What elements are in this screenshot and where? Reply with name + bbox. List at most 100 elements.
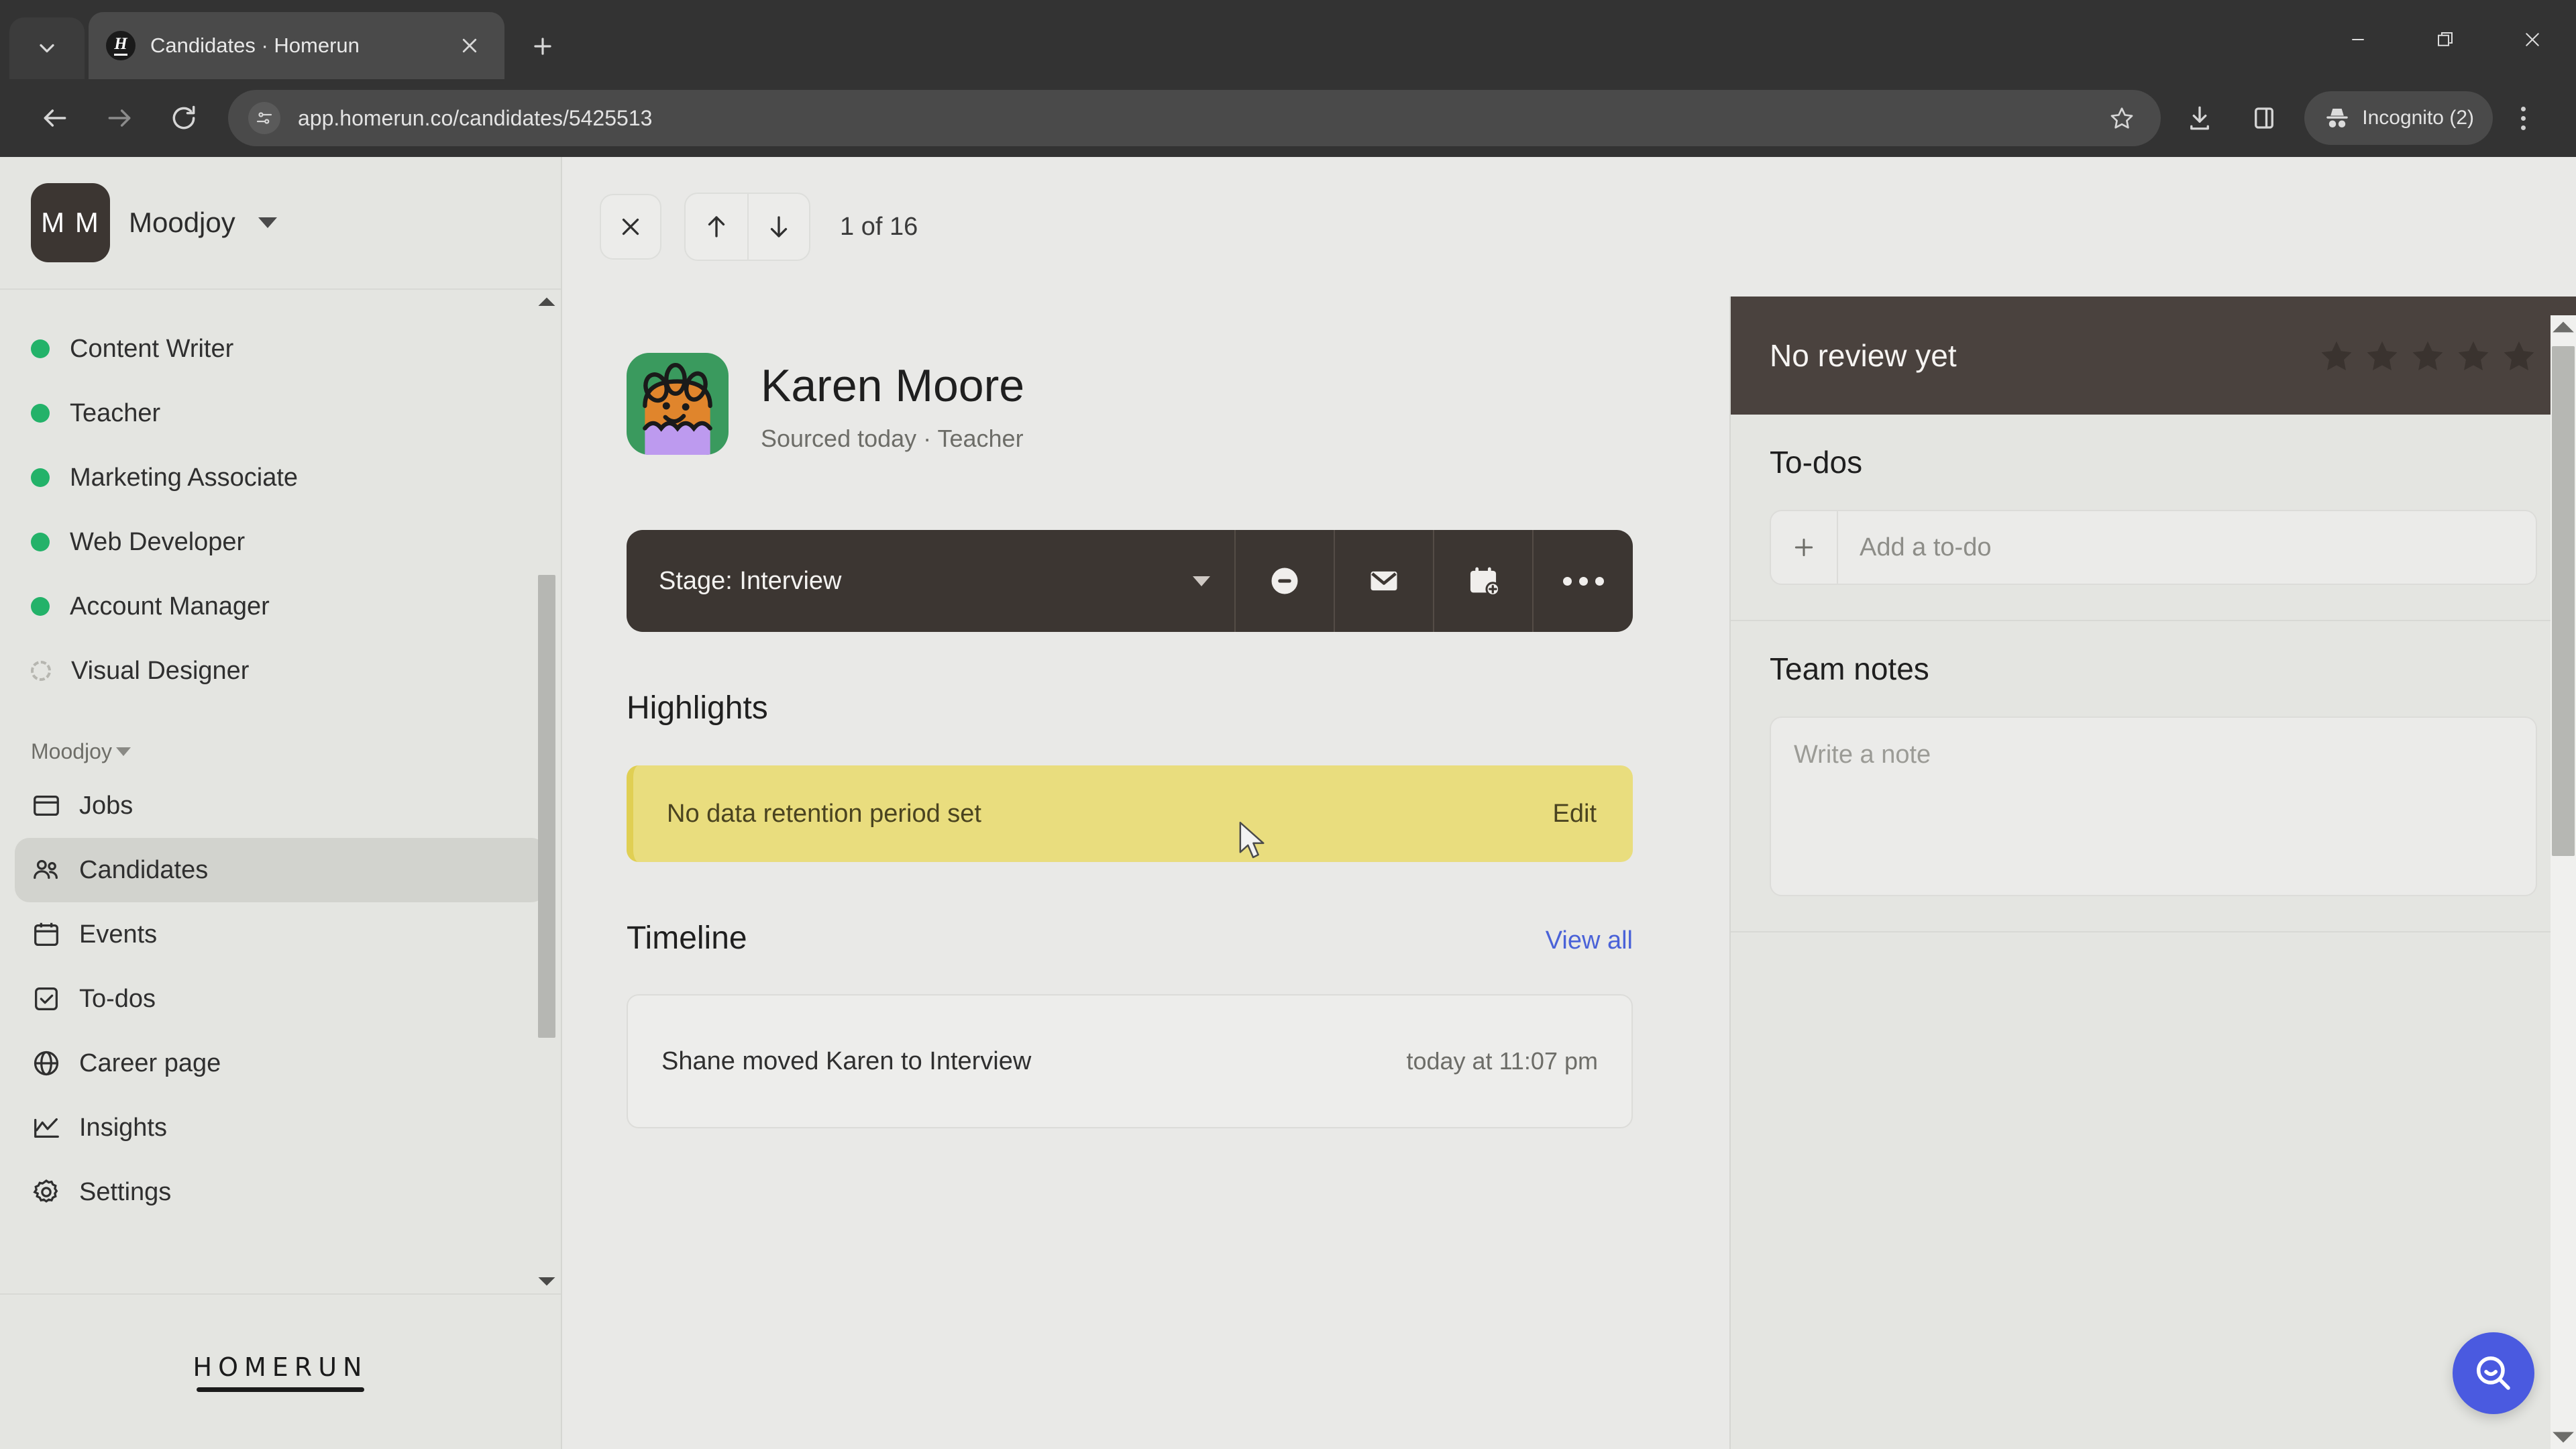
gear-icon bbox=[33, 1179, 58, 1203]
checkbox-icon bbox=[35, 987, 58, 1010]
add-todo-row[interactable]: Add a to-do bbox=[1770, 510, 2537, 585]
sidebar-footer: HOMERUN bbox=[0, 1293, 561, 1449]
add-todo-button[interactable] bbox=[1771, 511, 1838, 584]
browser-toolbar: app.homerun.co/candidates/5425513 Incogn… bbox=[0, 79, 2576, 157]
arrow-up-icon bbox=[2553, 321, 2574, 333]
homerun-logo: HOMERUN bbox=[193, 1352, 368, 1392]
candidate-side-panel: No review yet To-dos Add a to-do Team no… bbox=[1729, 297, 2576, 1449]
avatar bbox=[627, 353, 729, 455]
sidebar-item-settings[interactable]: Settings bbox=[15, 1160, 546, 1224]
jobs-board-icon bbox=[34, 795, 59, 816]
page-scrollbar-track[interactable] bbox=[2551, 341, 2576, 1424]
close-candidate-button[interactable] bbox=[600, 194, 661, 260]
minimize-button[interactable] bbox=[2314, 0, 2402, 79]
tab-search-button[interactable] bbox=[9, 17, 85, 79]
close-icon bbox=[462, 38, 477, 53]
sidebar-item-jobs[interactable]: Jobs bbox=[15, 773, 546, 838]
job-label: Web Developer bbox=[70, 527, 246, 556]
star-icon[interactable] bbox=[2410, 337, 2446, 374]
tab-close-button[interactable] bbox=[452, 28, 487, 63]
new-tab-button[interactable] bbox=[517, 20, 569, 72]
highlight-banner-text: No data retention period set bbox=[667, 799, 981, 828]
sidebar-item-label: Career page bbox=[79, 1049, 221, 1077]
email-button[interactable] bbox=[1335, 530, 1434, 632]
tab-title: Candidates · Homerun bbox=[150, 34, 360, 57]
sidebar-job-account-manager[interactable]: Account Manager bbox=[0, 574, 561, 639]
arrow-down-icon bbox=[2553, 1432, 2574, 1443]
page-scroll-up-arrow[interactable] bbox=[2551, 315, 2576, 341]
page-scrollbar[interactable] bbox=[2551, 315, 2576, 1449]
address-bar[interactable]: app.homerun.co/candidates/5425513 bbox=[228, 90, 2161, 146]
sidebar-item-label: Events bbox=[79, 920, 158, 949]
sidebar-item-insights[interactable]: Insights bbox=[15, 1095, 546, 1160]
download-icon bbox=[2190, 106, 2210, 130]
disqualify-button[interactable] bbox=[1236, 530, 1335, 632]
scrollbar-track[interactable] bbox=[538, 310, 555, 1273]
chevron-down-icon bbox=[1193, 576, 1210, 586]
browser-tab[interactable]: H Candidates · Homerun bbox=[89, 12, 504, 79]
more-actions-button[interactable] bbox=[1534, 530, 1633, 632]
browser-menu-button[interactable] bbox=[2493, 86, 2553, 150]
reload-button[interactable] bbox=[152, 86, 216, 150]
sidebar: M M Moodjoy Content Writer Teacher Marke… bbox=[0, 157, 562, 1449]
sidebar-job-marketing-associate[interactable]: Marketing Associate bbox=[0, 445, 561, 510]
downloads-button[interactable] bbox=[2167, 86, 2232, 150]
close-icon bbox=[622, 218, 639, 235]
timeline-event-row[interactable]: Shane moved Karen to Interview today at … bbox=[627, 994, 1633, 1128]
review-bar[interactable]: No review yet bbox=[1731, 297, 2576, 415]
note-input[interactable]: Write a note bbox=[1770, 716, 2537, 896]
status-dot bbox=[31, 533, 50, 551]
candidate-detail-column: Karen Moore Sourced today · Teacher Stag… bbox=[562, 297, 1729, 1449]
incognito-indicator[interactable]: Incognito (2) bbox=[2304, 91, 2493, 145]
incognito-label: Incognito (2) bbox=[2362, 107, 2474, 129]
previous-candidate-button[interactable] bbox=[686, 194, 747, 260]
side-panel-button[interactable] bbox=[2232, 86, 2296, 150]
next-candidate-button[interactable] bbox=[747, 194, 809, 260]
star-rating[interactable] bbox=[2318, 337, 2537, 374]
scrollbar-thumb[interactable] bbox=[538, 575, 555, 1038]
star-icon[interactable] bbox=[2455, 337, 2491, 374]
incognito-hat-icon bbox=[2326, 109, 2348, 127]
sidebar-job-web-developer[interactable]: Web Developer bbox=[0, 510, 561, 574]
workspace-switcher[interactable]: Moodjoy bbox=[0, 739, 561, 764]
sidebar-item-career-page[interactable]: Career page bbox=[15, 1031, 546, 1095]
status-dot bbox=[31, 468, 50, 487]
star-icon[interactable] bbox=[2364, 337, 2400, 374]
sidebar-item-label: To-dos bbox=[79, 984, 156, 1013]
sidebar-item-todos[interactable]: To-dos bbox=[15, 967, 546, 1031]
sidebar-scrollbar[interactable] bbox=[537, 290, 557, 1293]
maximize-button[interactable] bbox=[2402, 0, 2489, 79]
sidebar-item-candidates[interactable]: Candidates bbox=[15, 838, 546, 902]
sidebar-item-events[interactable]: Events bbox=[15, 902, 546, 967]
highlight-banner-edit-link[interactable]: Edit bbox=[1553, 800, 1597, 828]
search-fab-button[interactable] bbox=[2453, 1332, 2534, 1414]
scroll-down-arrow[interactable] bbox=[537, 1273, 557, 1293]
scroll-up-arrow[interactable] bbox=[537, 290, 557, 310]
logo-underline bbox=[197, 1387, 364, 1392]
close-window-button[interactable] bbox=[2489, 0, 2576, 79]
status-dot bbox=[31, 404, 50, 423]
sidebar-job-teacher[interactable]: Teacher bbox=[0, 381, 561, 445]
stage-dropdown[interactable]: Stage: Interview bbox=[627, 530, 1236, 632]
site-settings-button[interactable] bbox=[248, 102, 280, 134]
page-scroll-down-arrow[interactable] bbox=[2551, 1424, 2576, 1449]
timeline-event-text: Shane moved Karen to Interview bbox=[661, 1046, 1032, 1075]
org-switcher[interactable]: M M Moodjoy bbox=[0, 157, 561, 290]
star-icon[interactable] bbox=[2318, 337, 2355, 374]
todo-input-placeholder[interactable]: Add a to-do bbox=[1838, 511, 2536, 584]
sidebar-job-visual-designer[interactable]: Visual Designer bbox=[0, 639, 561, 703]
panel-empty-space bbox=[1731, 932, 2576, 1449]
forward-button[interactable] bbox=[87, 86, 152, 150]
page-scrollbar-thumb[interactable] bbox=[2552, 346, 2575, 856]
timeline-view-all-link[interactable]: View all bbox=[1546, 926, 1633, 955]
candidate-nav-group bbox=[684, 193, 810, 261]
candidate-subtitle: Sourced today · Teacher bbox=[761, 424, 1024, 452]
bookmark-button[interactable] bbox=[2103, 99, 2141, 137]
schedule-event-button[interactable] bbox=[1434, 530, 1534, 632]
back-button[interactable] bbox=[23, 86, 87, 150]
tab-strip: H Candidates · Homerun bbox=[0, 0, 2576, 79]
forward-arrow-icon bbox=[108, 109, 131, 127]
homerun-app: M M Moodjoy Content Writer Teacher Marke… bbox=[0, 157, 2576, 1449]
sidebar-job-content-writer[interactable]: Content Writer bbox=[0, 317, 561, 381]
star-icon[interactable] bbox=[2501, 337, 2537, 374]
